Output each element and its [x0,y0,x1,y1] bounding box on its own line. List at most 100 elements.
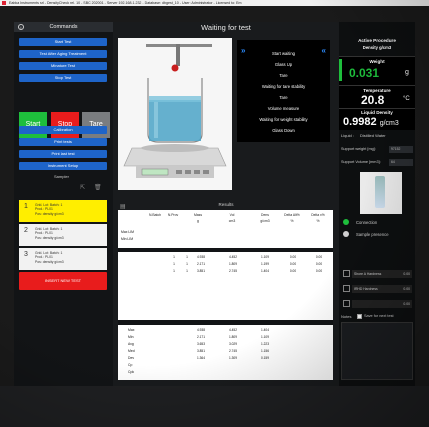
status-bar [0,386,429,427]
save-checkbox[interactable] [357,314,362,319]
stat-label: Cpk [128,370,135,374]
cell: 0.00 [289,262,297,266]
support-volume-input[interactable]: 64 [389,159,413,166]
stop-button[interactable]: Stop [51,112,79,138]
cell: 0.00 [289,269,297,273]
insert-new-test-button[interactable]: INSERT NEW TEST [19,272,107,290]
cell: 1.199 [261,262,269,266]
stat-label: Dev [128,356,135,360]
stat-cell: 2.745 [229,349,237,353]
print-tests-button[interactable]: Print tests [19,138,107,146]
start-button[interactable]: Start [19,112,47,138]
print-last-test-button[interactable]: Print last test [19,150,107,158]
stat-cell: 1.809 [229,335,237,339]
liquid-label: Liquid : [341,133,354,138]
sample-presence-icon [343,231,349,237]
col-unit: % [290,219,294,223]
sample-holder-image [360,172,402,214]
tare-button[interactable]: Tare [82,112,110,138]
stat-cell: 3.653 [197,342,205,346]
col-unit: g/cm3 [260,219,270,223]
calibration-button[interactable]: Calibration [19,126,107,134]
divider [118,320,333,325]
cell: 1.404 [261,269,269,273]
stat-cell: 0.159 [261,356,269,360]
support-volume-label: Support Volume [mm3]: [341,160,381,164]
batch-number: 3 [24,251,28,258]
notes-textarea[interactable] [341,322,413,380]
weight-label: Weight [369,59,385,64]
col-header: Delta Alt% [284,213,300,217]
hardness-field[interactable]: IRHD Hardness 0.00 [352,285,412,293]
start-test-button[interactable]: Start Test [19,38,107,46]
col-header: N.Prov [167,213,179,217]
step-item: Start waiting [271,51,296,56]
stat-cell: 1.364 [197,356,205,360]
stability-bar [339,59,342,81]
stat-label: Cp [128,363,133,367]
cell: 2.745 [229,269,237,273]
export-icon[interactable]: ⇱ [80,184,85,191]
cell: 1.809 [229,262,237,266]
stat-cell: 1.223 [261,342,269,346]
window-titlebar: Eabka Instruments srl - DensityCheck rel… [0,0,429,6]
col-header: N.Batch [148,213,162,217]
weight-value: 0.031 [349,66,380,80]
limit-row-label: Min LIM [121,237,134,241]
liquid-density-value: 0.9982 g/cm3 [343,116,399,128]
col-header: Mass [193,213,203,217]
commands-title: Commands [49,24,78,30]
support-weight-input[interactable]: 97152 [389,146,413,153]
hardness-button[interactable] [343,285,350,292]
step-item: Waiting for tare stability [261,84,306,89]
document-icon[interactable]: ▤ [120,203,126,210]
trash-icon[interactable]: 🗑 [94,184,102,191]
results-label: Results [218,202,234,207]
results-table[interactable] [118,210,333,380]
cell: 1 [186,262,188,266]
connection-status-icon [343,219,349,225]
step-item: Glass Down [272,128,295,133]
stat-cell: 1.156 [261,349,269,353]
minature-test-button[interactable]: Minature Test [19,62,107,70]
stop-test-button[interactable]: Stop Test [19,74,107,82]
cell: 1.109 [261,255,269,259]
stat-label: Avg [128,342,134,346]
batch-line: Pos: density g/cm3 [35,259,64,264]
instrument-setup-button[interactable]: Instrument Setup [19,162,107,170]
batch-slot-2[interactable]: 2 Grid. Lot: Batch: 1 Prod.: PL01 Pos: d… [19,224,107,246]
procedure-steps-panel: » « Start waiting Glass Up Tare Waiting … [237,40,330,142]
batch-number: 2 [24,227,28,234]
cell: 4.452 [229,255,237,259]
hardness-button[interactable] [343,300,350,307]
sample-holder-shape [375,176,385,208]
balance-illustration [118,38,232,190]
procedure-name: Density g/cm3 [362,45,392,50]
cell: 2.171 [197,262,205,266]
liquid-value: Distilled Water [360,133,386,138]
sample-presence-label: Sample presence [356,232,389,237]
hardness-field[interactable]: 0.00 [352,300,412,308]
limit-row-label: Max LIM [121,230,134,234]
stat-label: Med [128,349,135,353]
weight-unit: g [405,69,409,76]
save-next-label: Save for next test [364,314,394,318]
step-item: Waiting for weight stability [259,117,308,122]
hardness-button[interactable] [343,270,350,277]
cell: 0.00 [289,255,297,259]
stat-cell: 1.109 [261,335,269,339]
active-procedure-title: Active Procedure [358,38,396,43]
stat-cell: 3.029 [229,342,237,346]
batch-slot-3[interactable]: 3 Grid. Lot: Batch: 1 Prod.: PL01 Pos: d… [19,248,107,270]
connection-label: Connection [356,220,378,225]
commands-panel: i Commands Start Test Test After Aging T… [14,22,113,386]
hardness-field[interactable]: Shore A Hardness 0.00 [352,270,412,278]
aging-test-button[interactable]: Test After Aging Treatment [19,50,107,58]
cell: 0.00 [315,269,323,273]
window-title: Eabka Instruments srl - DensityCheck rel… [9,1,242,5]
batch-slot-1[interactable]: 1 Grid. Lot: Batch: 1 Prod.: PL01 Pos: d… [19,200,107,222]
cell: 1 [186,255,188,259]
cell: 0.00 [315,262,323,266]
stat-label: Max [128,328,135,332]
info-icon[interactable]: i [18,24,24,30]
